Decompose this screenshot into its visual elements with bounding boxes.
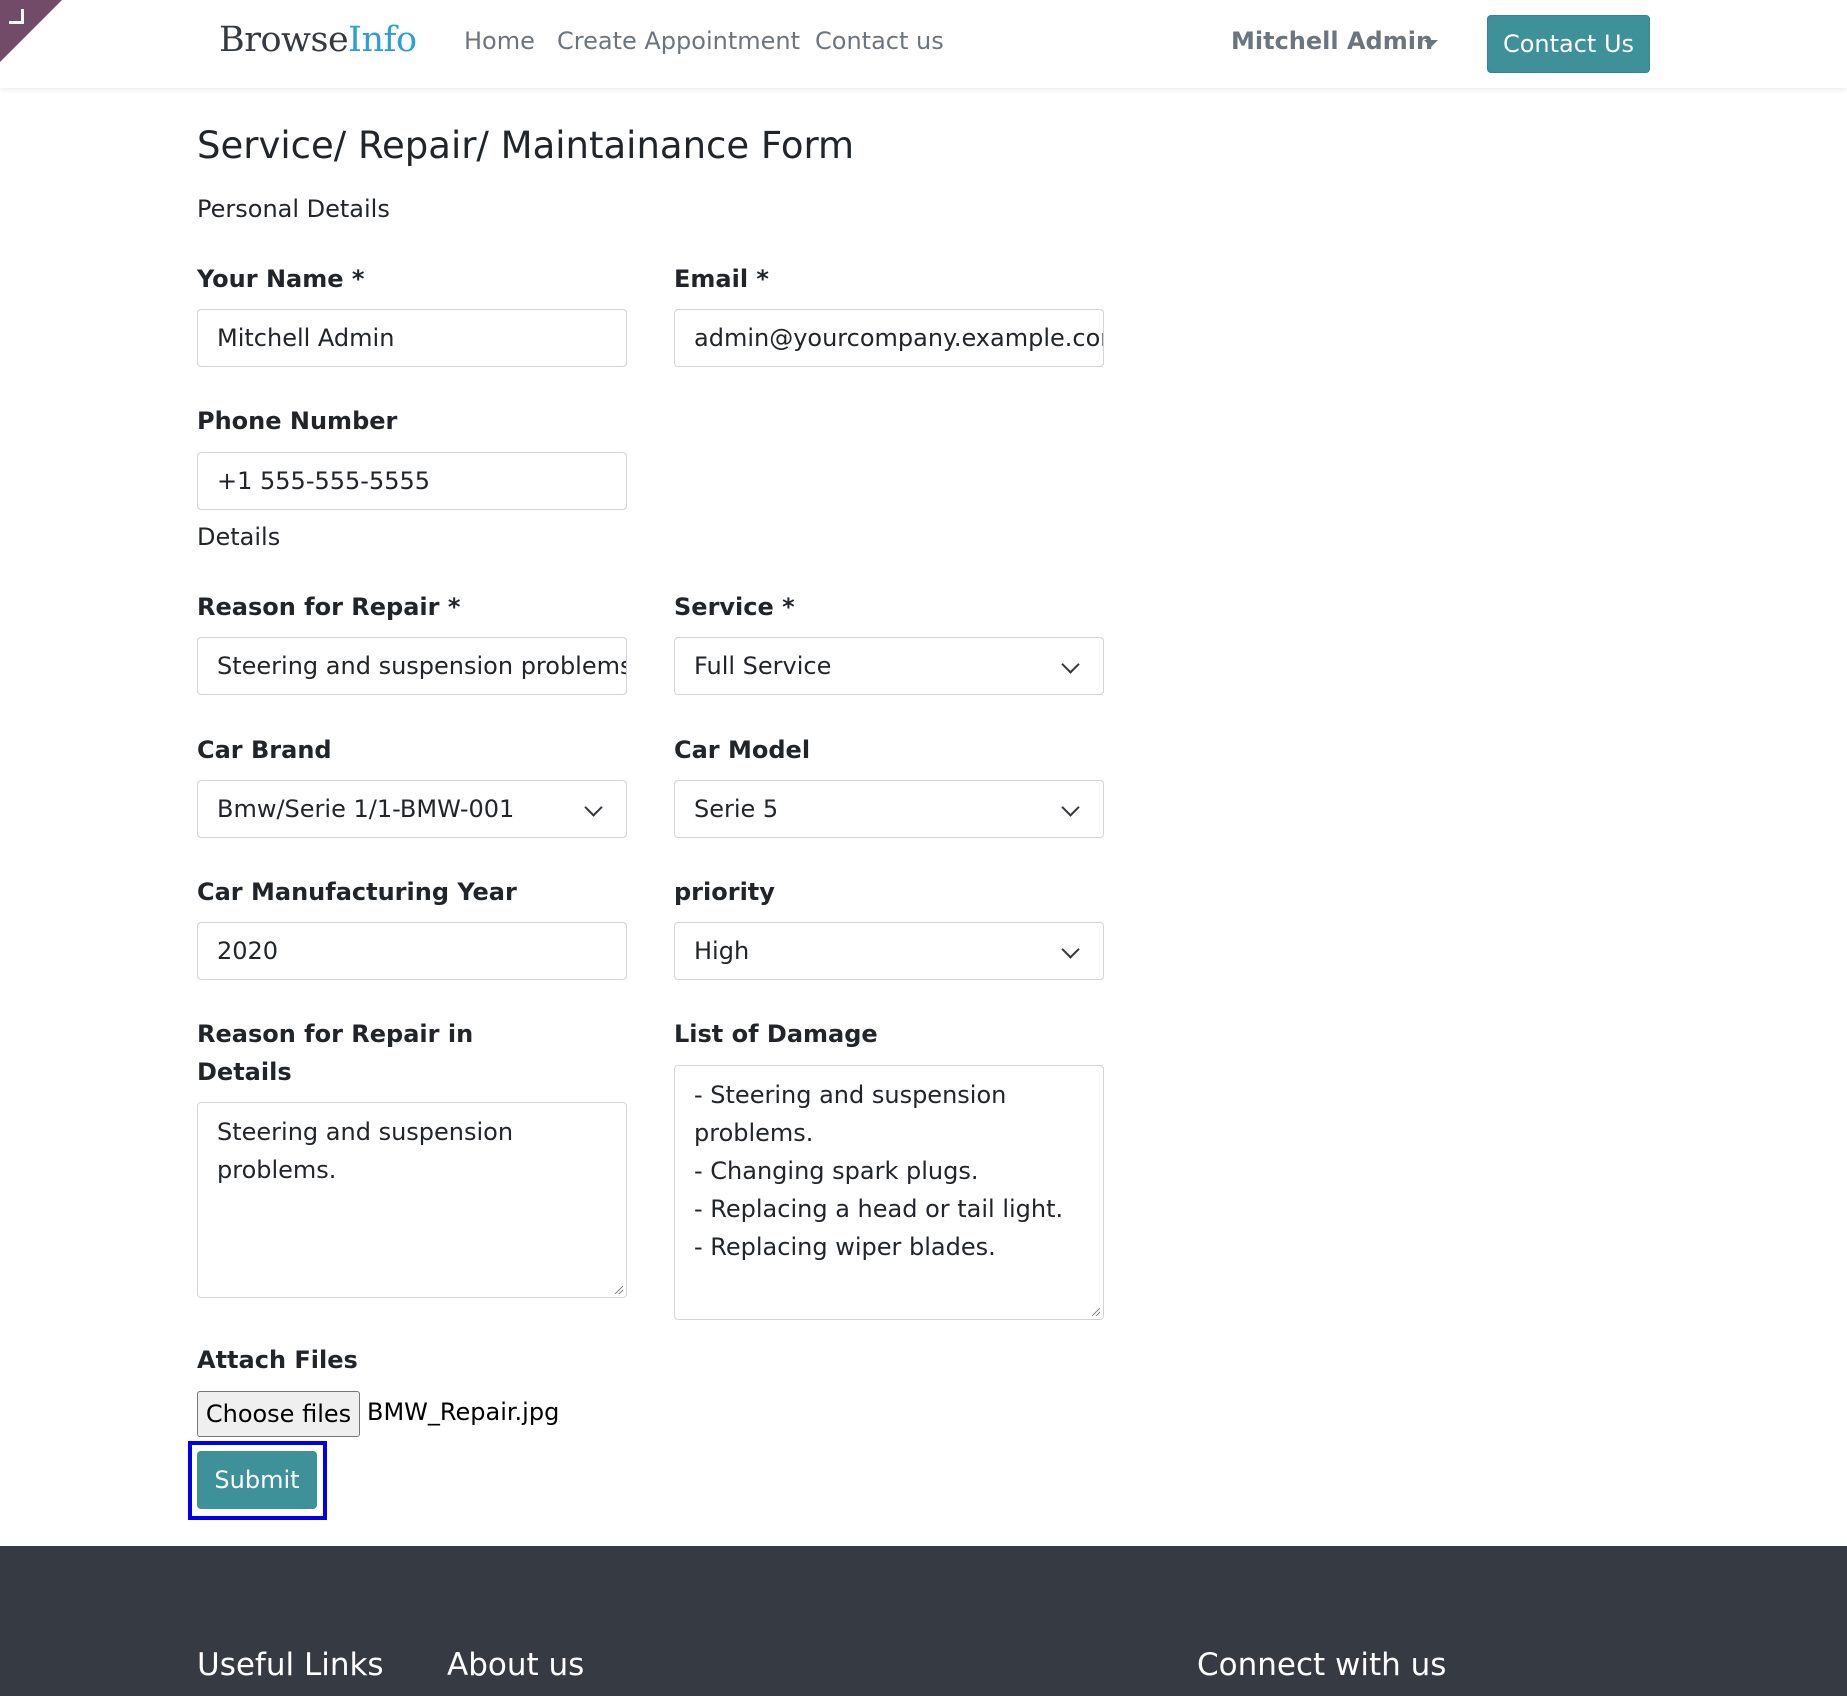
footer-connect-heading: Connect with us — [1197, 1647, 1447, 1683]
car-model-select[interactable]: Serie 5 — [674, 780, 1104, 838]
car-model-label: Car Model — [674, 736, 811, 764]
nav-contact-link[interactable]: Contact us — [815, 27, 944, 55]
personal-details-heading: Personal Details — [197, 195, 390, 223]
contact-us-button[interactable]: Contact Us — [1487, 15, 1650, 73]
textarea-line: - Changing spark plugs. — [694, 1157, 979, 1185]
email-input[interactable]: admin@yourcompany.example.com — [674, 309, 1104, 367]
user-menu[interactable]: Mitchell Admin — [1231, 27, 1433, 55]
caret-down-icon[interactable] — [1424, 40, 1438, 47]
priority-select-value: High — [694, 937, 750, 965]
textarea-line: - Replacing wiper blades. — [694, 1233, 996, 1261]
car-brand-label: Car Brand — [197, 736, 332, 764]
textarea-line: - Steering and suspension — [694, 1081, 1007, 1109]
page-title: Service/ Repair/ Maintainance Form — [197, 124, 855, 167]
name-label: Your Name * — [197, 265, 365, 293]
name-input[interactable]: Mitchell Admin — [197, 309, 627, 367]
year-label: Car Manufacturing Year — [197, 878, 517, 906]
chevron-down-icon — [1061, 940, 1080, 959]
car-brand-select[interactable]: Bmw/Serie 1/1-BMW-001 — [197, 780, 627, 838]
selected-file-name: BMW_Repair.jpg — [367, 1398, 560, 1426]
reason-input[interactable]: Steering and suspension problems — [197, 637, 627, 695]
chevron-down-icon — [1061, 655, 1080, 674]
footer: Useful Links About us Connect with us — [0, 1546, 1847, 1696]
damage-label: List of Damage — [674, 1020, 878, 1048]
choose-files-button[interactable]: Choose files — [197, 1391, 360, 1437]
phone-label: Phone Number — [197, 407, 398, 435]
car-model-select-value: Serie 5 — [694, 795, 779, 823]
submit-button[interactable]: Submit — [197, 1451, 317, 1509]
footer-useful-links-heading: Useful Links — [197, 1647, 384, 1683]
reason-details-label: Reason for Repair in Details — [197, 1015, 473, 1091]
priority-select[interactable]: High — [674, 922, 1104, 980]
service-label: Service * — [674, 593, 795, 621]
reason-label: Reason for Repair * — [197, 593, 461, 621]
resize-handle-icon[interactable] — [1092, 1308, 1100, 1316]
reason-details-label-line: Details — [197, 1058, 292, 1086]
year-input[interactable]: 2020 — [197, 922, 627, 980]
site-logo[interactable]: BrowseInfo — [219, 20, 417, 60]
priority-label: priority — [674, 878, 775, 906]
service-select[interactable]: Full Service — [674, 637, 1104, 695]
top-navbar: BrowseInfo Home Create Appointment Conta… — [0, 0, 1847, 88]
textarea-line: Steering and suspension — [217, 1118, 514, 1146]
phone-input[interactable]: +1 555-555-5555 — [197, 452, 627, 510]
car-brand-select-value: Bmw/Serie 1/1-BMW-001 — [217, 795, 515, 823]
footer-about-us-heading: About us — [447, 1647, 585, 1683]
chevron-down-icon — [584, 798, 603, 817]
nav-home-link[interactable]: Home — [464, 27, 535, 55]
resize-handle-icon[interactable] — [615, 1286, 623, 1294]
logo-accent-text: Info — [348, 20, 417, 60]
chevron-down-icon — [1061, 798, 1080, 817]
nav-create-appointment-link[interactable]: Create Appointment — [557, 27, 800, 55]
textarea-line: problems. — [694, 1119, 814, 1147]
textarea-line: - Replacing a head or tail light. — [694, 1195, 1064, 1223]
email-label: Email * — [674, 265, 769, 293]
attach-files-label: Attach Files — [197, 1346, 358, 1374]
service-select-value: Full Service — [694, 652, 832, 680]
details-heading: Details — [197, 523, 281, 551]
reason-details-label-line: Reason for Repair in — [197, 1020, 474, 1048]
textarea-line: problems. — [217, 1156, 337, 1184]
damage-textarea[interactable]: - Steering and suspension problems. - Ch… — [674, 1065, 1104, 1320]
logo-text: Browse — [219, 20, 349, 60]
reason-details-textarea[interactable]: Steering and suspension problems. — [197, 1102, 627, 1298]
corner-arrow-icon — [9, 9, 24, 24]
